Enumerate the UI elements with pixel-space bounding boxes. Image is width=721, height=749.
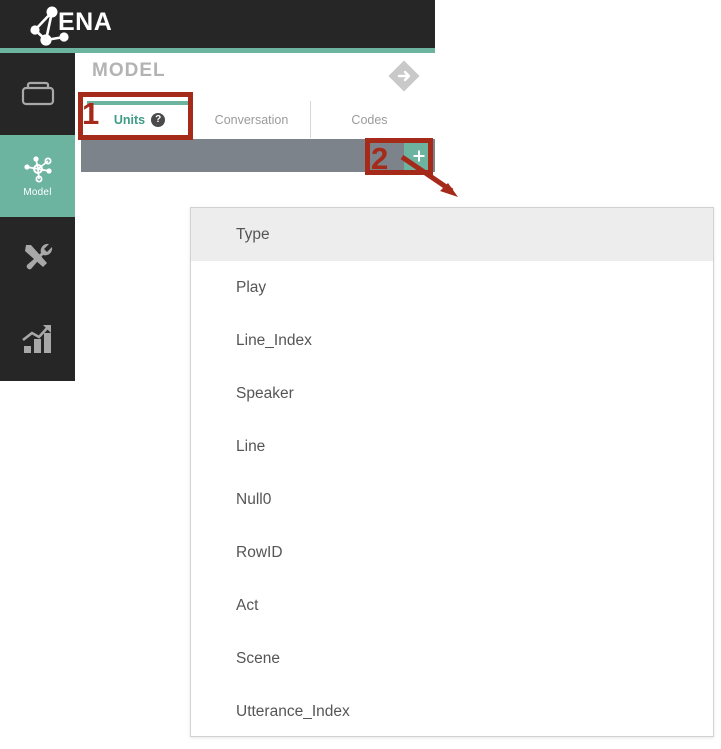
dropdown-item-label: RowID xyxy=(236,543,283,561)
tab-conversation[interactable]: Conversation xyxy=(192,101,310,138)
model-panel: MODEL Units ? Conversation Codes xyxy=(75,53,435,188)
tab-units[interactable]: Units ? xyxy=(87,101,192,138)
dropdown-item-label: Line xyxy=(236,437,266,455)
dropdown-item-label: Speaker xyxy=(236,384,294,402)
list-item[interactable]: Null0 xyxy=(191,473,713,526)
diamond-arrow-right-icon[interactable] xyxy=(386,58,422,94)
network-graph-icon: ENA xyxy=(30,6,112,46)
svg-text:ENA: ENA xyxy=(58,8,112,36)
list-item[interactable]: Act xyxy=(191,579,713,632)
list-item[interactable]: RowID xyxy=(191,526,713,579)
sidebar-item-data[interactable] xyxy=(0,53,75,135)
list-item[interactable]: Play xyxy=(191,261,713,314)
list-item[interactable]: Line xyxy=(191,420,713,473)
dropdown-item-label: Act xyxy=(236,596,259,614)
list-item[interactable]: Scene xyxy=(191,632,713,685)
sidebar-item-label: Model xyxy=(23,187,52,198)
sidebar-item-tools[interactable] xyxy=(0,217,75,299)
dropdown-item-label: Type xyxy=(236,225,270,243)
dropdown-item-label: Scene xyxy=(236,649,280,667)
add-unit-button[interactable] xyxy=(404,141,433,170)
top-bar: ENA xyxy=(0,0,435,48)
data-box-icon xyxy=(21,81,54,105)
dropdown-item-label: Null0 xyxy=(236,490,272,508)
list-item[interactable]: Speaker xyxy=(191,367,713,420)
bar-chart-trend-icon xyxy=(21,324,51,353)
dropdown-item-label: Play xyxy=(236,278,267,296)
tab-bar: Units ? Conversation Codes xyxy=(87,101,435,138)
tab-codes[interactable]: Codes xyxy=(310,101,428,138)
ena-logo[interactable]: ENA xyxy=(22,4,122,46)
network-nodes-icon xyxy=(23,156,52,183)
tab-label: Units xyxy=(113,112,146,127)
list-item[interactable]: Utterance_Index xyxy=(191,685,713,736)
question-mark-icon[interactable]: ? xyxy=(151,112,166,127)
app-root: ENA Model MODEL Units ? Conversation Cod… xyxy=(0,0,721,749)
column-dropdown-menu[interactable]: Type Play Line_Index Speaker Line Null0 … xyxy=(190,207,714,737)
dropdown-item-label: Line_Index xyxy=(236,331,312,349)
sidebar: Model xyxy=(0,53,75,381)
tab-label: Conversation xyxy=(214,112,289,127)
sidebar-item-model[interactable]: Model xyxy=(0,135,75,217)
list-item[interactable]: Type xyxy=(191,208,713,261)
dropdown-item-label: Utterance_Index xyxy=(236,702,350,720)
sidebar-item-analytics[interactable] xyxy=(0,299,75,381)
tools-icon xyxy=(24,243,52,269)
list-item[interactable]: Line_Index xyxy=(191,314,713,367)
page-title: MODEL xyxy=(92,60,166,81)
units-toolbar xyxy=(81,139,435,172)
tab-label: Codes xyxy=(351,112,388,127)
